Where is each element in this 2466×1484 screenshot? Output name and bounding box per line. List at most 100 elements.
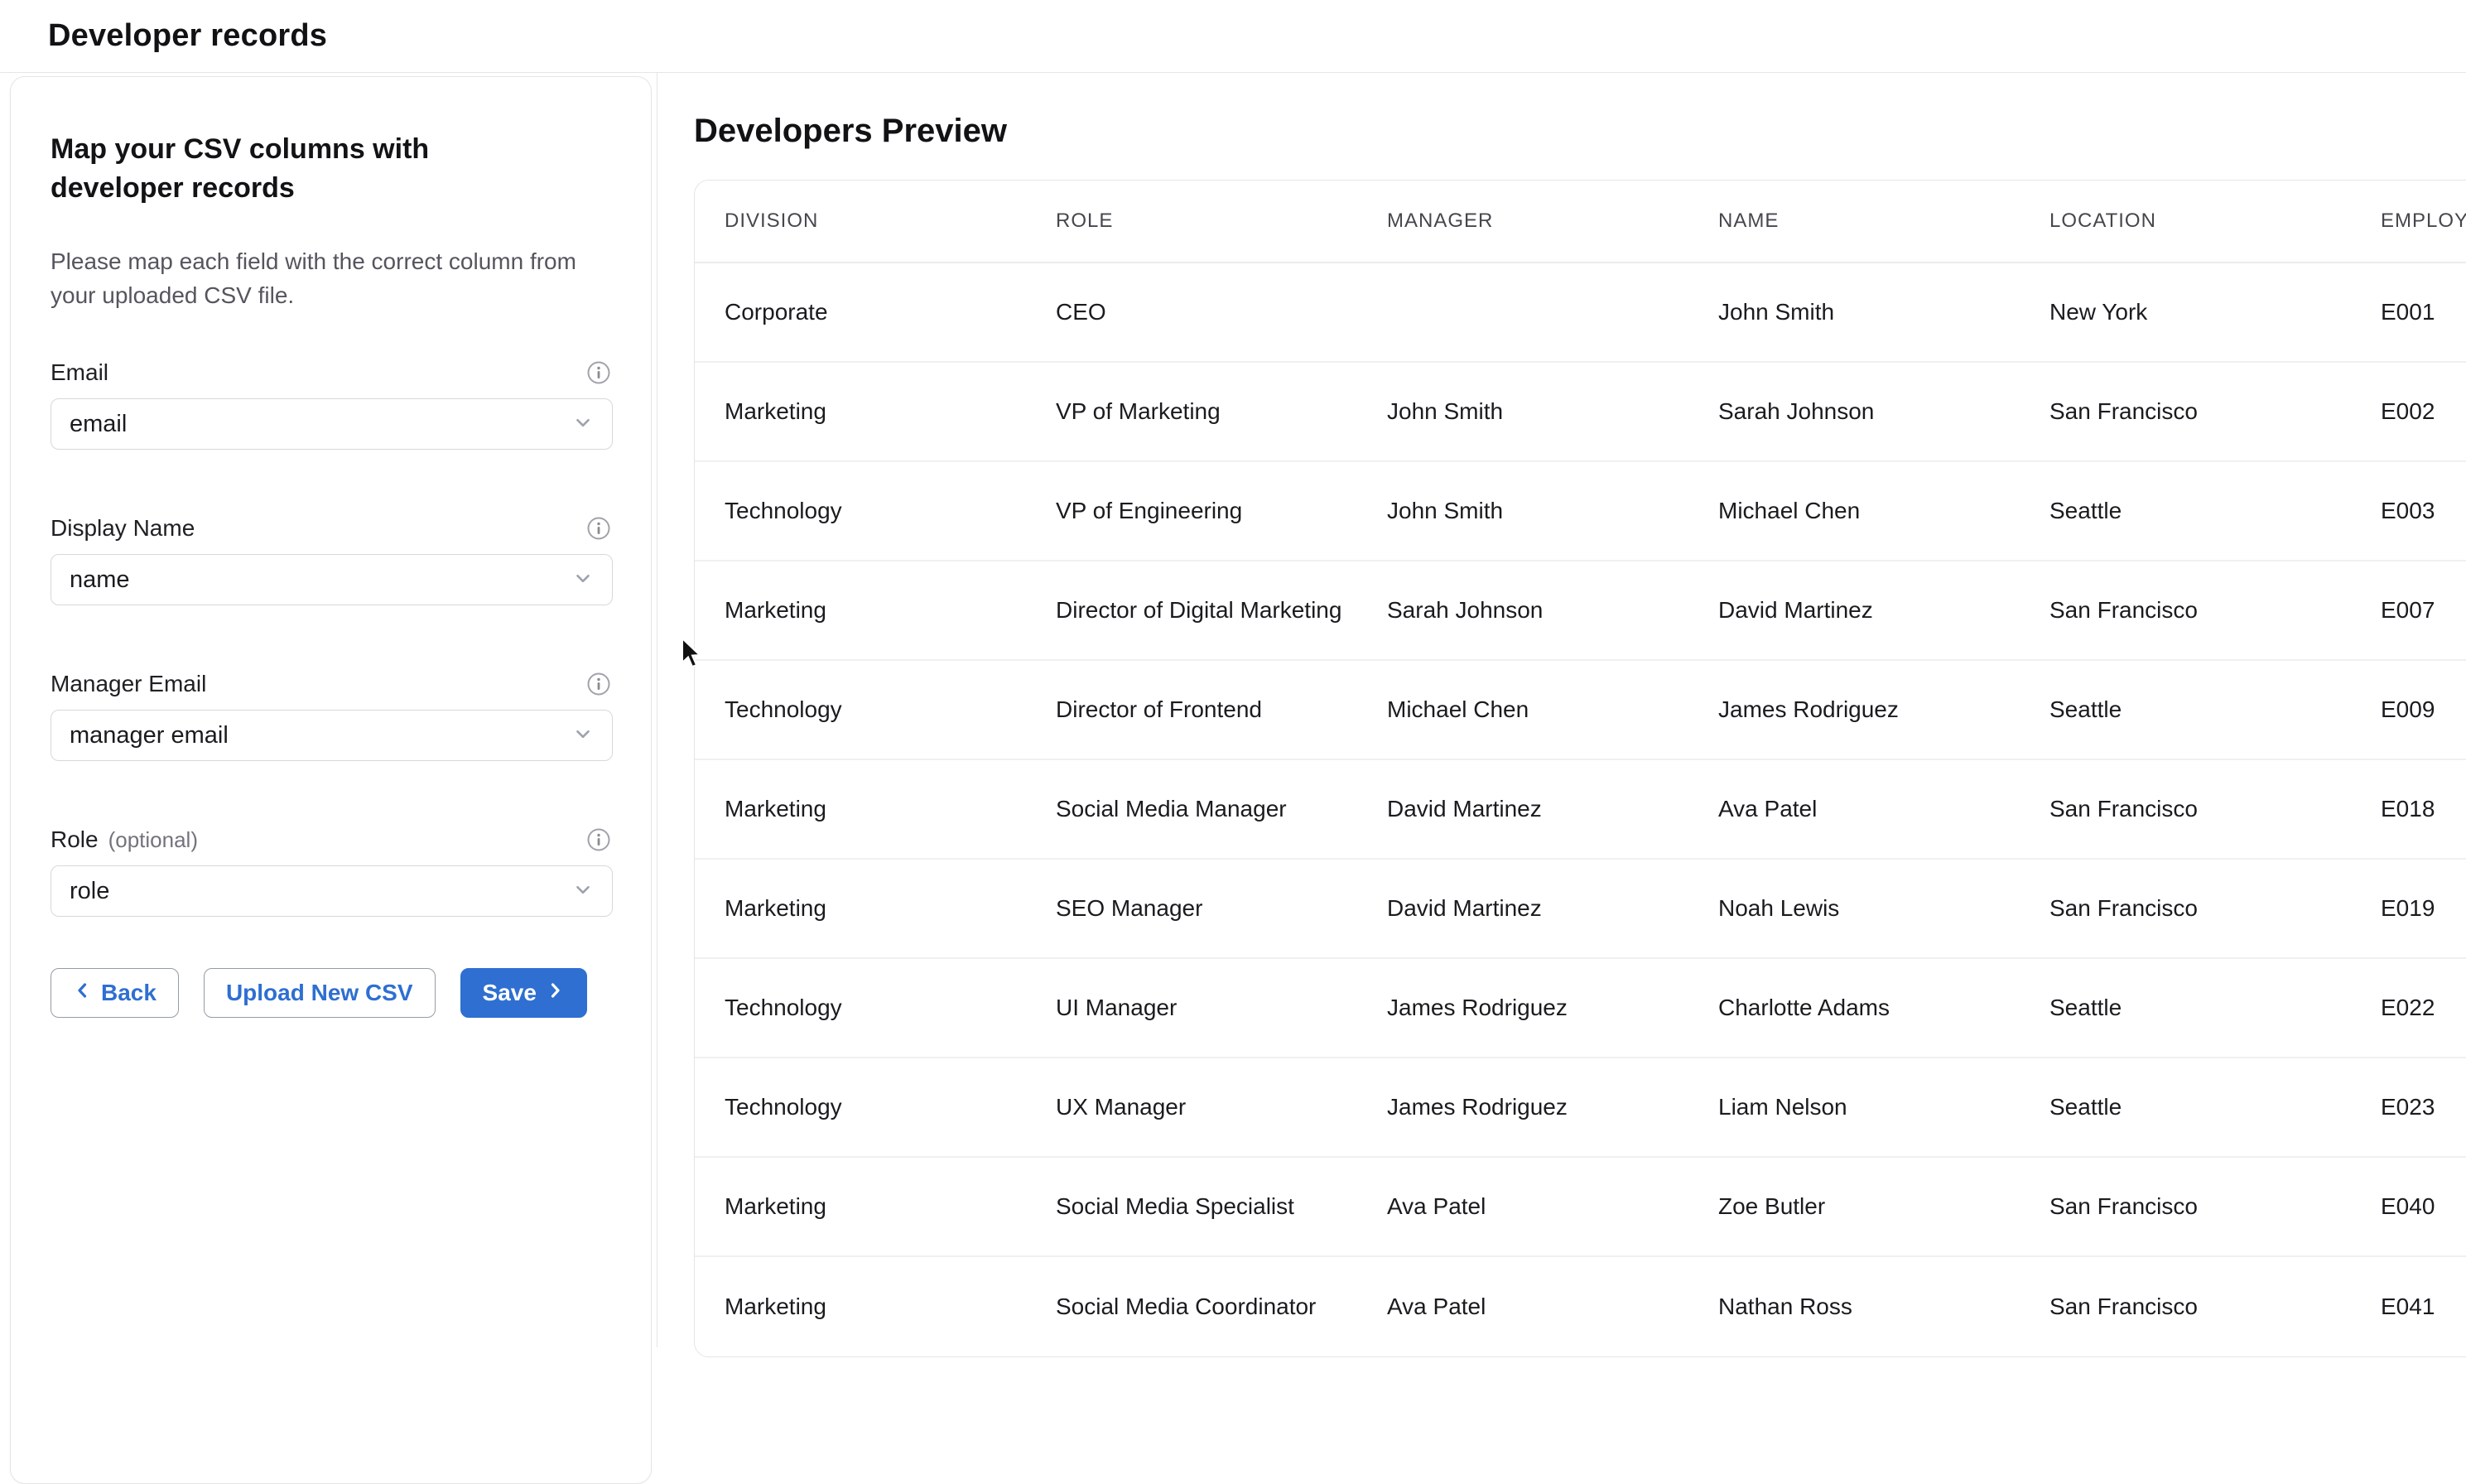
table-cell: E041 [2381, 1294, 2466, 1320]
column-header: LOCATION [2049, 210, 2381, 233]
chevron-down-icon [572, 412, 594, 437]
table-cell: James Rodriguez [1387, 1094, 1718, 1120]
table-cell: Seattle [2049, 696, 2381, 723]
info-icon[interactable] [586, 360, 611, 385]
table-cell: UX Manager [1056, 1094, 1387, 1120]
table-cell: E019 [2381, 895, 2466, 922]
table-row: CorporateCEOJohn SmithNew YorkE001 [695, 263, 2466, 363]
table-cell: David Martinez [1387, 895, 1718, 922]
mapping-field-email: Email email [51, 359, 611, 450]
table-cell: Zoe Butler [1718, 1193, 2049, 1220]
window-title-bar: Developer records [0, 0, 2466, 73]
table-cell: E002 [2381, 398, 2466, 425]
column-header: NAME [1718, 210, 2049, 233]
table-row: TechnologyUX ManagerJames RodriguezLiam … [695, 1058, 2466, 1158]
table-cell: Ava Patel [1718, 796, 2049, 822]
save-button[interactable]: Save [460, 968, 587, 1018]
select-value: email [70, 411, 572, 438]
table-body: CorporateCEOJohn SmithNew YorkE001 Market… [695, 263, 2466, 1356]
mapping-fields: Email email Display Name [51, 359, 611, 917]
column-header: ROLE [1056, 210, 1387, 233]
table-cell: Marketing [725, 398, 1056, 425]
table-cell: Director of Digital Marketing [1056, 597, 1387, 624]
field-label: Role [51, 826, 99, 853]
mapping-field-display-name: Display Name name [51, 514, 611, 605]
field-optional-tag: (optional) [108, 827, 198, 853]
table-cell: Seattle [2049, 498, 2381, 524]
mapping-field-role: Role (optional) role [51, 826, 611, 917]
table-cell: Technology [725, 995, 1056, 1021]
table-cell: E018 [2381, 796, 2466, 822]
table-cell: Sarah Johnson [1718, 398, 2049, 425]
table-cell: David Martinez [1718, 597, 2049, 624]
column-select[interactable]: manager email [51, 710, 613, 761]
field-label-row: Display Name [51, 514, 611, 542]
table-header-row: DIVISIONROLEMANAGERNAMELOCATIONEMPLOYEE … [695, 181, 2466, 263]
table-cell: Marketing [725, 895, 1056, 922]
table-cell: San Francisco [2049, 597, 2381, 624]
upload-button-label: Upload New CSV [226, 980, 413, 1006]
column-header: MANAGER [1387, 210, 1718, 233]
csv-mapping-panel: Map your CSV columns with developer reco… [10, 76, 652, 1484]
table-cell: Social Media Specialist [1056, 1193, 1387, 1220]
table-row: TechnologyDirector of FrontendMichael Ch… [695, 661, 2466, 760]
table-cell: CEO [1056, 299, 1387, 325]
table-row: TechnologyVP of EngineeringJohn SmithMic… [695, 462, 2466, 561]
table-cell: Michael Chen [1718, 498, 2049, 524]
field-label-row: Email [51, 359, 611, 387]
table-cell: Technology [725, 498, 1056, 524]
field-label-row: Manager Email [51, 670, 611, 698]
info-icon[interactable] [586, 827, 611, 852]
table-cell: Social Media Manager [1056, 796, 1387, 822]
table-cell: UI Manager [1056, 995, 1387, 1021]
table-cell: San Francisco [2049, 398, 2381, 425]
column-select[interactable]: role [51, 865, 613, 917]
info-icon[interactable] [586, 516, 611, 541]
table-row: MarketingVP of MarketingJohn SmithSarah … [695, 363, 2466, 462]
table-cell: San Francisco [2049, 1193, 2381, 1220]
table-cell: Marketing [725, 1193, 1056, 1220]
table-cell: Director of Frontend [1056, 696, 1387, 723]
column-header: EMPLOYEE ID [2381, 210, 2466, 233]
table-cell: E003 [2381, 498, 2466, 524]
table-row: MarketingDirector of Digital Marketing Sa… [695, 561, 2466, 661]
table-cell: Marketing [725, 796, 1056, 822]
table-row: MarketingSocial Media ManagerDavid Marti… [695, 760, 2466, 860]
table-cell: New York [2049, 299, 2381, 325]
table-cell: San Francisco [2049, 796, 2381, 822]
table-cell: E040 [2381, 1193, 2466, 1220]
table-cell: Noah Lewis [1718, 895, 2049, 922]
info-icon[interactable] [586, 672, 611, 696]
mapping-heading: Map your CSV columns with developer reco… [51, 130, 531, 208]
table-cell: Marketing [725, 1294, 1056, 1320]
table-cell: Seattle [2049, 995, 2381, 1021]
table-cell: John Smith [1387, 498, 1718, 524]
mapping-description: Please map each field with the correct c… [51, 244, 593, 312]
back-button-label: Back [101, 980, 157, 1006]
table-cell: David Martinez [1387, 796, 1718, 822]
table-row: MarketingSEO ManagerDavid MartinezNoah L… [695, 860, 2466, 959]
table-cell: E009 [2381, 696, 2466, 723]
developers-table: DIVISIONROLEMANAGERNAMELOCATIONEMPLOYEE … [694, 180, 2466, 1357]
table-cell: Marketing [725, 597, 1056, 624]
chevron-left-icon [73, 980, 93, 1006]
preview-heading: Developers Preview [694, 111, 2466, 151]
column-select[interactable]: email [51, 398, 613, 450]
mapping-field-manager-email: Manager Email manager email [51, 670, 611, 761]
upload-new-csv-button[interactable]: Upload New CSV [204, 968, 436, 1018]
table-cell: Technology [725, 696, 1056, 723]
table-cell: Liam Nelson [1718, 1094, 2049, 1120]
table-cell: San Francisco [2049, 895, 2381, 922]
select-value: role [70, 878, 572, 905]
table-cell: Seattle [2049, 1094, 2381, 1120]
table-cell: James Rodriguez [1387, 995, 1718, 1021]
mapping-actions: Back Upload New CSV Save [51, 968, 611, 1018]
field-label-row: Role (optional) [51, 826, 611, 854]
table-cell: John Smith [1387, 398, 1718, 425]
table-cell: Corporate [725, 299, 1056, 325]
table-cell: Ava Patel [1387, 1294, 1718, 1320]
column-select[interactable]: name [51, 554, 613, 605]
back-button[interactable]: Back [51, 968, 179, 1018]
chevron-right-icon [545, 980, 565, 1006]
table-cell: E007 [2381, 597, 2466, 624]
